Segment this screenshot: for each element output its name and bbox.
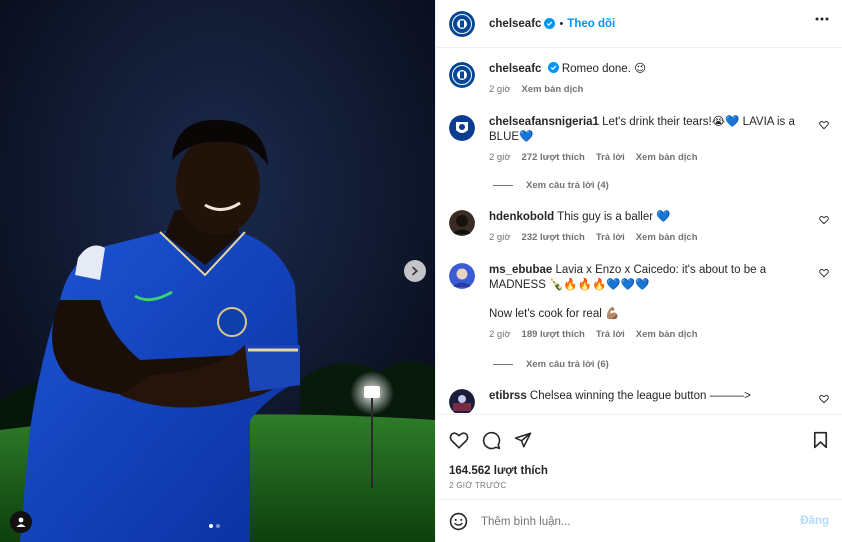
comment-item: hdenkobold This guy is a baller 💙 2 giờ … [449,210,829,243]
post-timestamp: 2 GIỜ TRƯỚC [449,481,507,490]
caption-username[interactable]: chelseafc [489,63,541,75]
heart-icon[interactable] [819,120,829,130]
comment-text: Chelsea winning the league button ———> [529,390,751,402]
verified-icon [547,62,559,73]
follow-button[interactable]: Theo dõi [567,18,615,30]
comment-item: chelseafansnigeria1 Let's drink their te… [449,115,829,163]
post-actions: 164.562 lượt thích 2 GIỜ TRƯỚC [436,414,842,500]
post-side-panel: chelseafc • Theo dõi chelseafc Romeo don… [435,0,842,542]
chelsea-crest-icon [449,10,475,37]
carousel-indicator [209,524,220,528]
comment-item: ms_ebubae Lavia x Enzo x Caicedo: it's a… [449,263,829,340]
comment-likes[interactable]: 232 lượt thích [522,232,585,243]
view-replies-label: Xem câu trả lời (6) [526,359,609,370]
translate-button[interactable]: Xem bản dịch [636,329,698,340]
author-avatar[interactable] [449,10,475,37]
user-tag-icon [16,517,26,527]
verified-icon [544,18,556,29]
next-image-button[interactable] [404,260,426,282]
more-icon[interactable] [815,17,829,21]
comment-input[interactable] [481,515,781,528]
comment-username[interactable]: ms_ebubae [489,264,552,276]
commenter-avatar[interactable] [449,263,475,289]
user-avatar-image [449,389,475,413]
chelsea-crest-icon [449,115,475,141]
author-username[interactable]: chelseafc [489,18,541,30]
bookmark-icon[interactable] [813,431,828,449]
emoji-icon[interactable] [449,512,468,531]
comment-icon[interactable] [482,431,501,450]
heart-icon[interactable] [819,215,829,225]
caption-time[interactable]: 2 giờ [489,84,511,95]
chelsea-crest-icon [449,62,475,88]
comment-item: etibrss Chelsea winning the league butto… [449,389,829,413]
translate-button[interactable]: Xem bản dịch [522,84,584,95]
replies-divider [493,185,513,186]
commenter-avatar[interactable] [449,389,475,413]
post-header: chelseafc • Theo dõi [436,0,842,48]
view-replies-button[interactable]: Xem câu trả lời (4) [493,180,609,191]
post-photo [0,0,435,542]
commenter-avatar[interactable] [449,115,475,141]
comment-username[interactable]: etibrss [489,390,527,402]
carousel-dot [216,524,220,528]
translate-button[interactable]: Xem bản dịch [636,232,698,243]
comment-time[interactable]: 2 giờ [489,152,511,163]
comment-text-line2: Now let's cook for real 💪🏽 [489,308,620,320]
heart-icon[interactable] [819,394,829,404]
reply-button[interactable]: Trả lời [596,152,625,163]
post-media[interactable] [0,0,435,542]
reply-button[interactable]: Trả lời [596,232,625,243]
likes-count[interactable]: 164.562 lượt thích [449,465,548,477]
post-comment-button[interactable]: Đăng [800,515,829,527]
share-icon[interactable] [514,431,532,449]
view-replies-label: Xem câu trả lời (4) [526,180,609,191]
caption-text: Romeo done. 😉 [561,63,647,75]
view-replies-button[interactable]: Xem câu trả lời (6) [493,359,609,370]
replies-divider [493,364,513,365]
comment-composer: Đăng [436,501,842,542]
reply-button[interactable]: Trả lời [596,329,625,340]
comment-time[interactable]: 2 giờ [489,232,511,243]
comment-likes[interactable]: 189 lượt thích [522,329,585,340]
comment-username[interactable]: chelseafansnigeria1 [489,116,599,128]
post-caption: chelseafc Romeo done. 😉 2 giờ Xem bản dị… [449,62,829,95]
user-avatar-image [449,210,475,236]
header-separator: • [559,17,564,30]
tagged-users-button[interactable] [10,511,32,533]
comment-text: This guy is a baller 💙 [557,211,671,223]
chevron-right-icon [412,266,418,276]
comments-list[interactable]: chelseafc Romeo done. 😉 2 giờ Xem bản dị… [436,49,842,413]
heart-icon[interactable] [449,431,469,449]
carousel-dot-active [209,524,213,528]
user-avatar-image [449,263,475,289]
comment-time[interactable]: 2 giờ [489,329,511,340]
commenter-avatar[interactable] [449,210,475,236]
heart-icon[interactable] [819,268,829,278]
comment-likes[interactable]: 272 lượt thích [522,152,585,163]
author-avatar[interactable] [449,62,475,88]
translate-button[interactable]: Xem bản dịch [636,152,698,163]
comment-username[interactable]: hdenkobold [489,211,554,223]
